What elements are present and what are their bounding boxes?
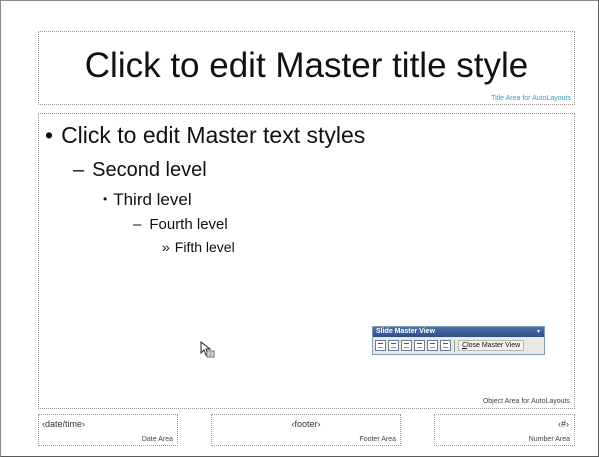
footer-placeholder[interactable]: ‹footer› Footer Area [211, 414, 401, 446]
toolbar-separator [454, 339, 455, 352]
bullet-level-5: » [162, 239, 170, 255]
preserve-master-icon[interactable] [414, 340, 425, 351]
text-level-2[interactable]: – Second level [73, 159, 207, 182]
slide-master-view-toolbar[interactable]: Slide Master View ▾ Close Master View [372, 326, 545, 355]
toolbar-title-bar[interactable]: Slide Master View ▾ [373, 327, 544, 337]
slide-number-field: ‹#› [558, 419, 569, 429]
number-area-label: Number Area [528, 436, 570, 443]
date-placeholder[interactable]: ‹date/time› Date Area [38, 414, 178, 446]
insert-new-title-master-icon[interactable] [388, 340, 399, 351]
rename-master-icon[interactable] [427, 340, 438, 351]
date-area-label: Date Area [141, 436, 173, 443]
master-title-text[interactable]: Click to edit Master title style [39, 46, 574, 86]
toolbar-options-dropdown-icon[interactable]: ▾ [537, 327, 540, 337]
mouse-cursor-icon [200, 341, 215, 358]
bullet-level-4: – [133, 216, 142, 233]
text-level-5[interactable]: » Fifth level [162, 239, 235, 255]
object-area-label: Object Area for AutoLayouts [482, 398, 570, 405]
bullet-level-2: – [73, 159, 85, 181]
text-level-5-label: Fifth level [174, 239, 235, 255]
text-level-3[interactable]: • Third level [103, 190, 192, 210]
slide-master-canvas: Click to edit Master title style Title A… [0, 0, 599, 457]
text-level-1[interactable]: • Click to edit Master text styles [45, 122, 365, 149]
date-field: ‹date/time› [42, 419, 86, 429]
text-level-4-label: Fourth level [149, 216, 228, 233]
text-level-3-label: Third level [113, 190, 192, 209]
text-level-1-label: Click to edit Master text styles [61, 122, 366, 148]
footer-field: ‹footer› [291, 419, 321, 429]
title-placeholder[interactable]: Click to edit Master title style Title A… [38, 31, 575, 105]
title-area-label: Title Area for AutoLayouts [491, 95, 571, 102]
text-level-2-label: Second level [92, 159, 207, 181]
footer-area-label: Footer Area [359, 436, 396, 443]
bullet-level-1: • [45, 122, 54, 148]
text-level-4[interactable]: – Fourth level [133, 216, 228, 233]
number-placeholder[interactable]: ‹#› Number Area [434, 414, 575, 446]
bullet-level-3: • [103, 192, 108, 206]
master-layout-icon[interactable] [440, 340, 451, 351]
delete-master-icon[interactable] [401, 340, 412, 351]
close-master-view-button[interactable]: Close Master View [458, 340, 525, 351]
toolbar-title: Slide Master View [376, 328, 436, 335]
object-placeholder[interactable]: • Click to edit Master text styles – Secon… [38, 113, 575, 409]
insert-new-slide-master-icon[interactable] [375, 340, 386, 351]
